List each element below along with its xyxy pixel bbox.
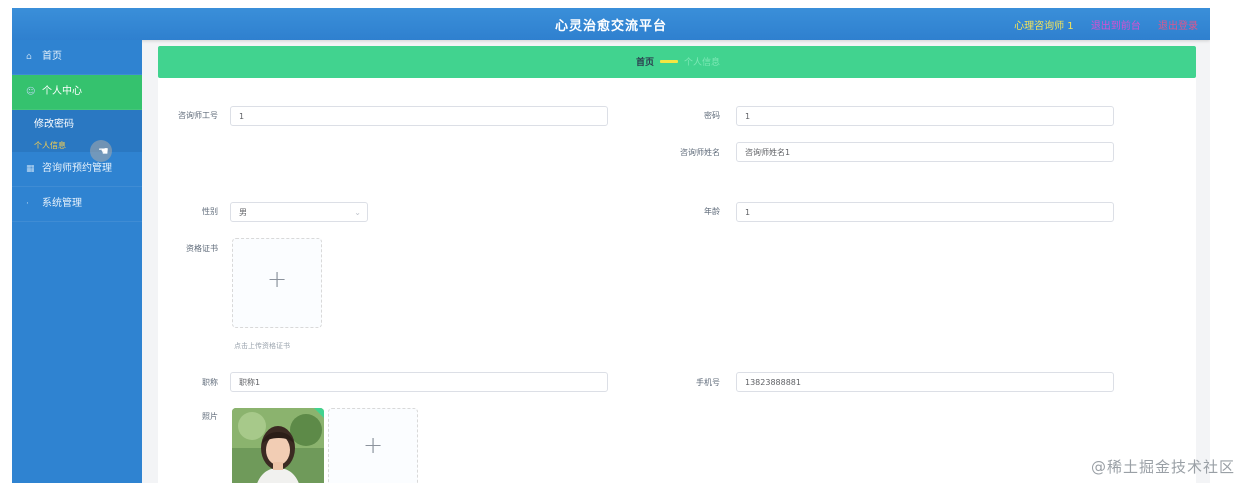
portrait-image <box>232 408 324 483</box>
gender-label: 性别 <box>202 207 218 216</box>
certificate-upload-tip: 点击上传资格证书 <box>234 342 290 350</box>
gender-select[interactable]: 男 ⌄ <box>230 202 368 222</box>
password-input[interactable]: 1 <box>736 106 1114 126</box>
sidebar-item-system-management[interactable]: · 系统管理 <box>12 187 142 222</box>
breadcrumb-home[interactable]: 首页 <box>636 55 654 68</box>
plus-icon: + <box>266 265 288 293</box>
gender-select-value: 男 <box>239 208 247 217</box>
sidebar: ⌂ 首页 ☺ 个人中心 修改密码 个人信息 ▦ 咨询师预约管理 · 系统管理 ☚ <box>12 40 142 483</box>
phone-label: 手机号 <box>696 378 720 387</box>
breadcrumb-separator <box>660 60 678 63</box>
phone-input[interactable]: 13823888881 <box>736 372 1114 392</box>
sidebar-subitem-personal-info[interactable]: 个人信息 <box>12 140 142 152</box>
grid-icon: ▦ <box>26 164 35 174</box>
sidebar-item-label: 系统管理 <box>42 198 82 209</box>
current-user-link[interactable]: 心理咨询师 1 <box>1014 21 1074 32</box>
top-bar: 心灵治愈交流平台 心理咨询师 1 退出到前台 退出登录 <box>12 8 1210 40</box>
consultant-id-input[interactable]: 1 <box>230 106 608 126</box>
consultant-name-input[interactable]: 咨询师姓名1 <box>736 142 1114 162</box>
plus-icon: + <box>362 431 384 459</box>
job-title-label: 职称 <box>202 378 218 387</box>
consultant-id-label: 咨询师工号 <box>178 111 218 120</box>
app-window: 心灵治愈交流平台 心理咨询师 1 退出到前台 退出登录 ⌂ 首页 ☺ 个人中心 修改… <box>12 8 1210 483</box>
sidebar-item-label: 咨询师预约管理 <box>42 163 112 174</box>
front-page-link[interactable]: 退出到前台 <box>1091 21 1141 32</box>
breadcrumb: 首页 个人信息 <box>158 46 1196 78</box>
personal-center-submenu: 修改密码 个人信息 <box>12 110 142 152</box>
home-icon: ⌂ <box>26 52 32 62</box>
photo-upload[interactable]: + <box>328 408 418 483</box>
chevron-down-icon: ⌄ <box>354 208 361 217</box>
header-links: 心理咨询师 1 退出到前台 退出登录 <box>1000 17 1198 32</box>
sidebar-item-personal-center[interactable]: ☺ 个人中心 <box>12 75 142 110</box>
logout-link[interactable]: 退出登录 <box>1158 21 1198 32</box>
sidebar-item-label: 首页 <box>42 51 62 62</box>
uploaded-check-badge <box>314 408 324 418</box>
profile-photo[interactable] <box>232 408 324 483</box>
settings-icon: · <box>26 199 29 209</box>
photo-label: 照片 <box>202 412 218 421</box>
age-input[interactable]: 1 <box>736 202 1114 222</box>
breadcrumb-current: 个人信息 <box>684 58 721 68</box>
consultant-name-label: 咨询师姓名 <box>680 148 720 157</box>
certificate-label: 资格证书 <box>186 244 218 253</box>
hand-cursor-icon: ☚ <box>98 144 109 158</box>
main-content: 首页 个人信息 咨询师工号 1 密码 1 咨询师姓名 咨询师姓名1 性别 男 ⌄… <box>158 46 1196 483</box>
sidebar-subitem-change-password[interactable]: 修改密码 <box>12 110 142 140</box>
job-title-input[interactable]: 职称1 <box>230 372 608 392</box>
sidebar-item-appointment-management[interactable]: ▦ 咨询师预约管理 <box>12 152 142 187</box>
password-label: 密码 <box>704 111 720 120</box>
sidebar-item-home[interactable]: ⌂ 首页 <box>12 40 142 75</box>
age-label: 年龄 <box>704 207 720 216</box>
user-icon: ☺ <box>26 87 36 97</box>
certificate-upload[interactable]: + <box>232 238 322 328</box>
sidebar-item-label: 个人中心 <box>42 86 82 97</box>
watermark-text: @稀土掘金技术社区 <box>1090 458 1235 476</box>
